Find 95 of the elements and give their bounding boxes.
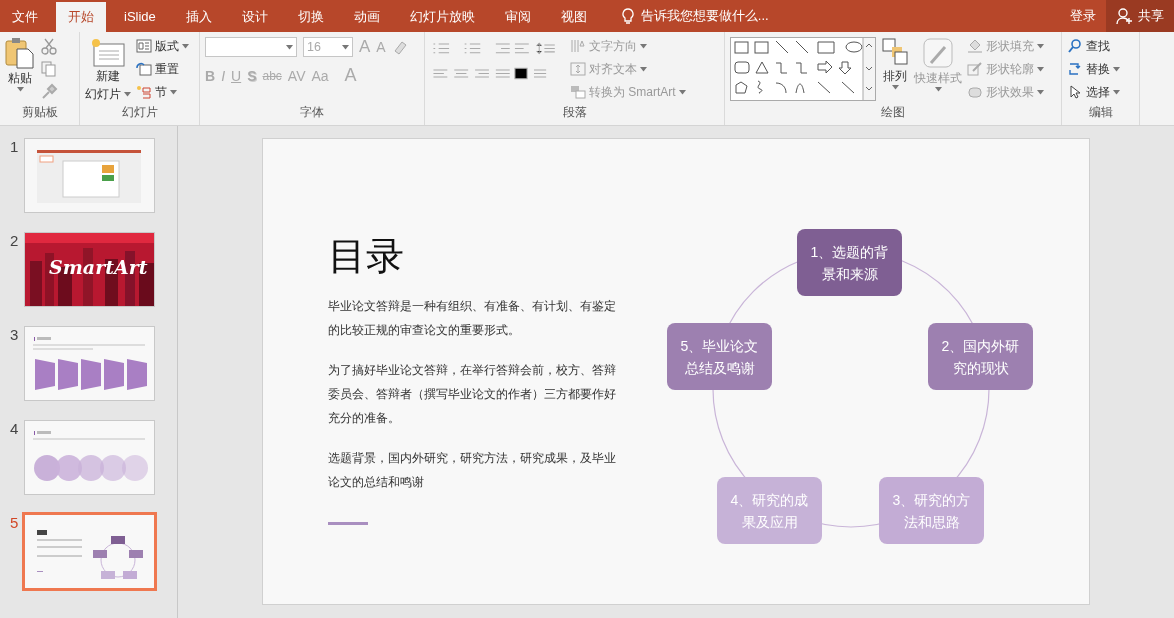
slide-thumbnail[interactable] [24,138,155,213]
layout-button[interactable]: 版式 [136,37,189,55]
find-button[interactable]: 查找 [1067,37,1120,55]
slide-paragraph: 选题背景，国内外研究，研究方法，研究成果，及毕业论文的总结和鸣谢 [328,450,617,491]
paste-button[interactable]: 粘贴 [5,37,35,104]
search-icon [1067,39,1083,53]
smartart-icon [570,85,586,99]
ribbon-tab[interactable]: 动画 [341,2,392,32]
accent-bar [328,522,368,525]
replace-icon [1067,62,1083,76]
cycle-node: 2、国内外研究的现状 [928,323,1033,390]
group-label: 绘图 [880,104,906,121]
align-text-button[interactable]: 对齐文本 [570,60,686,78]
reset-icon [136,62,152,76]
ribbon-tab[interactable]: 审阅 [492,2,543,32]
cycle-node: 1、选题的背景和来源 [797,229,902,296]
cycle-node: 3、研究的方法和思路 [879,477,984,544]
group-label: 幻灯片 [120,104,159,121]
caret-icon [182,43,189,49]
caret-icon [678,89,686,95]
ribbon-tab[interactable]: 设计 [229,2,280,32]
slide-thumbnail[interactable] [24,420,155,495]
caret-icon [1113,66,1120,72]
caret-icon [124,91,131,97]
sign-in-link[interactable]: 登录 [1060,0,1106,32]
copy-icon[interactable] [40,60,58,78]
reset-button[interactable]: 重置 [136,60,189,78]
text-direction-button[interactable]: 文字方向 [570,37,686,55]
section-icon [136,85,152,99]
shape-fill-button[interactable]: 形状填充 [967,37,1044,55]
group-label: 剪贴板 [20,104,59,121]
caret-icon [1037,89,1044,95]
arrange-icon [881,37,909,67]
caret-icon [934,87,942,92]
caret-icon [286,44,293,50]
layout-icon [136,39,152,53]
caret-icon [16,87,24,92]
scissors-icon[interactable] [40,37,58,55]
convert-smartart-button[interactable]: 转换为 SmartArt [570,83,686,101]
caret-icon [1113,89,1120,95]
shape-effects-button[interactable]: 形状效果 [967,83,1044,101]
ribbon-tab[interactable]: iSlide [112,2,168,32]
tell-me-field[interactable]: 告诉我您想要做什么... [620,0,769,32]
shape-outline-button[interactable]: 形状轮廓 [967,60,1044,78]
slide-number: 3 [9,326,20,343]
ribbon-tab[interactable]: 插入 [173,2,224,32]
caret-icon [640,66,647,72]
caret-icon [640,43,647,49]
slide-thumbnail[interactable]: SmartArt [24,232,155,307]
slide-title: SmartArt [49,256,148,278]
new-slide-button[interactable]: 新建 幻灯片 [85,37,131,104]
caret-icon [891,85,899,90]
replace-button[interactable]: 替换 [1067,60,1120,78]
slide-thumbnail[interactable] [22,512,157,591]
ribbon-tab[interactable]: 文件 [0,2,50,32]
caret-icon [170,89,177,95]
cursor-icon [1067,85,1083,99]
slide-paragraph: 为了搞好毕业论文答辩，在举行答辩会前，校方、答辩委员会、答辩者（撰写毕业论文的作者）三方都要作好充分的准备。 [328,362,617,427]
caret-icon [342,44,349,50]
new-slide-icon [90,37,126,67]
style-brush-icon [921,37,955,69]
slide-thumbnail[interactable] [24,326,155,401]
paint-bucket-icon [967,39,983,53]
slide-number: 5 [9,514,20,531]
group-label: 字体 [299,104,325,121]
select-button[interactable]: 选择 [1067,83,1120,101]
slide-heading: 目录 [328,234,405,279]
cycle-node: 4、研究的成果及应用 [717,477,822,544]
shape-effects-icon [967,85,983,99]
group-label: 段落 [561,104,588,121]
share-button[interactable]: 共享 [1106,0,1174,32]
arrange-button[interactable]: 排列 [881,37,909,104]
cycle-node: 5、毕业论文总结及鸣谢 [667,323,772,390]
font-name-field[interactable] [205,37,297,57]
ribbon-tab[interactable]: 开始 [56,2,106,32]
brush-icon[interactable] [40,83,58,101]
ribbon-tab[interactable]: 切换 [285,2,336,32]
caret-icon [1037,66,1044,72]
section-button[interactable]: 节 [136,83,189,101]
slide-number: 4 [9,420,20,437]
align-text-icon [570,62,586,76]
shape-gallery[interactable] [730,37,876,101]
clipboard-icon [5,37,35,69]
group-label: 编辑 [1087,104,1114,121]
text-direction-icon [570,39,586,53]
slide-number: 1 [9,138,20,155]
ribbon-tab[interactable]: 视图 [548,2,599,32]
slide-number: 2 [9,232,20,249]
quick-styles-button[interactable]: 快速样式 [914,37,962,104]
ribbon-tab[interactable]: 幻灯片放映 [397,2,487,32]
pencil-icon [967,62,983,76]
person-add-icon [1116,7,1134,25]
lightbulb-icon [620,8,635,24]
caret-icon [1037,43,1044,49]
slide-paragraph: 毕业论文答辩是一种有组织、有准备、有计划、有鉴定的比较正规的审查论文的重要形式。 [328,298,617,339]
